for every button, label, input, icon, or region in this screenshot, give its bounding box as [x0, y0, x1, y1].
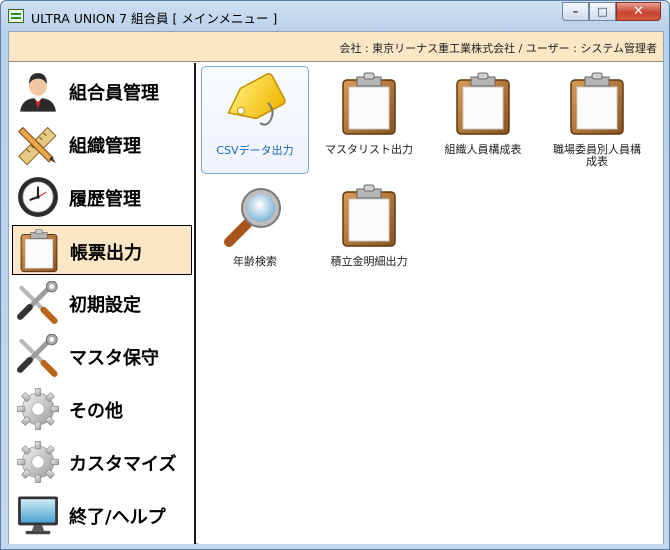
sidebar-item-label: カスタマイズ: [69, 454, 177, 475]
sidebar-item-label: 初期設定: [69, 295, 141, 316]
window-title: ULTRA UNION 7 組合員 [ メインメニュー ]: [31, 11, 278, 26]
tile-label: 積立金明細出力: [330, 255, 408, 268]
sidebar-item-label: 帳票出力: [70, 243, 142, 264]
minimize-button[interactable]: –: [562, 2, 589, 21]
sidebar-item-label: 組織管理: [69, 136, 141, 157]
maximize-icon: □: [597, 5, 608, 18]
sidebar-item-report-output[interactable]: 帳票出力: [12, 225, 192, 275]
sidebar-item-label: その他: [69, 401, 123, 422]
tag-icon: [224, 73, 288, 137]
clipboard-icon: [337, 72, 401, 136]
sidebar-item-organization-management[interactable]: 組織管理: [12, 119, 192, 169]
tile-age-search[interactable]: 年齢検索: [201, 178, 309, 286]
sidebar-item-label: 履歴管理: [69, 189, 141, 210]
tile-csv-data-output[interactable]: CSVデータ出力: [201, 66, 309, 174]
sidebar-item-label: マスタ保守: [69, 348, 159, 369]
report-menu-panel: CSVデータ出力 マスタリスト出力 組織人員構成表 職場委員別人員構成表 年齢検…: [198, 63, 663, 544]
title-bar[interactable]: ULTRA UNION 7 組合員 [ メインメニュー ] – □ ✕: [1, 1, 669, 31]
tile-label: マスタリスト出力: [325, 143, 413, 156]
app-window: ULTRA UNION 7 組合員 [ メインメニュー ] – □ ✕ 会社 :…: [0, 0, 670, 550]
wrench-screwdriver-icon: [16, 281, 60, 325]
info-bar: 会社 : 東京リーナス重工業株式会社 / ユーザー : システム管理者: [9, 32, 663, 62]
gear-icon: [16, 387, 60, 431]
app-icon: [8, 9, 24, 23]
tile-organization-staffing[interactable]: 組織人員構成表: [429, 66, 537, 174]
member-person-icon: [16, 69, 60, 113]
sidebar-item-history-management[interactable]: 履歴管理: [12, 172, 192, 222]
close-button[interactable]: ✕: [616, 2, 661, 21]
sidebar-item-master-maintenance[interactable]: マスタ保守: [12, 331, 192, 381]
tile-label: CSVデータ出力: [216, 144, 294, 157]
tile-committee-staffing[interactable]: 職場委員別人員構成表: [543, 66, 651, 174]
clipboard-icon: [17, 229, 61, 273]
clipboard-icon: [565, 72, 629, 136]
sidebar-item-exit-help[interactable]: 終了/ヘルプ: [12, 490, 192, 540]
tile-label: 年齢検索: [233, 255, 277, 268]
sidebar-item-label: 組合員管理: [69, 83, 159, 104]
maximize-button[interactable]: □: [589, 2, 616, 21]
sidebar-item-member-management[interactable]: 組合員管理: [12, 66, 192, 116]
tile-label: 職場委員別人員構成表: [553, 143, 641, 168]
ruler-pencil-icon: [16, 122, 60, 166]
client-area: 会社 : 東京リーナス重工業株式会社 / ユーザー : システム管理者 組合員管…: [8, 31, 664, 544]
tile-reserve-detail-output[interactable]: 積立金明細出力: [315, 178, 423, 286]
sidebar-item-customize[interactable]: カスタマイズ: [12, 437, 192, 487]
close-icon: ✕: [633, 4, 644, 19]
clock-icon: [16, 175, 60, 219]
sidebar-item-label: 終了/ヘルプ: [69, 507, 166, 528]
sidebar-item-initial-settings[interactable]: 初期設定: [12, 278, 192, 328]
wrench-screwdriver-icon: [16, 334, 60, 378]
company-user-info: 会社 : 東京リーナス重工業株式会社 / ユーザー : システム管理者: [339, 42, 657, 55]
minimize-icon: –: [572, 5, 579, 18]
tile-master-list-output[interactable]: マスタリスト出力: [315, 66, 423, 174]
clipboard-icon: [451, 72, 515, 136]
sidebar-item-other[interactable]: その他: [12, 384, 192, 434]
sidebar: 組合員管理 組織管理 履歴管理 帳票出力 初期設定 マスタ保守 その他 カスタマ…: [9, 63, 196, 544]
gear-icon: [16, 440, 60, 484]
clipboard-icon: [337, 184, 401, 248]
tile-label: 組織人員構成表: [444, 143, 522, 156]
magnifier-icon: [223, 184, 287, 248]
monitor-icon: [16, 493, 60, 537]
